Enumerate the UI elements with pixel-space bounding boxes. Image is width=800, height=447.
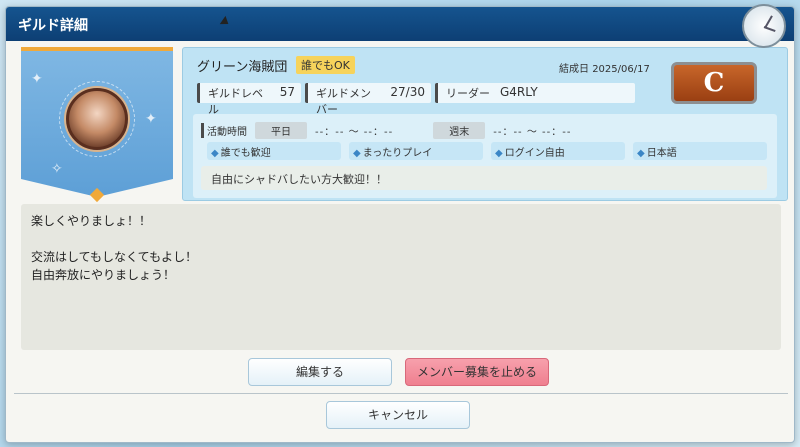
- tag-icon: ◆: [353, 148, 361, 159]
- join-policy-badge: 誰でもOK: [296, 56, 355, 74]
- guild-avatar: [66, 88, 128, 150]
- divider: [14, 393, 788, 394]
- guild-tag: ◆ ログイン自由: [491, 142, 625, 160]
- guild-tag-label: ログイン自由: [504, 148, 565, 159]
- guild-level-value: 57: [279, 85, 295, 99]
- clock-hand: [763, 26, 776, 33]
- clock-icon: [742, 4, 786, 48]
- guild-level-label: ギルドレベル: [208, 87, 263, 116]
- guild-leader-label: リーダー: [446, 87, 490, 100]
- guild-stats: ギルドレベル 57 ギルドメンバー 27/30 リーダー G4RLY: [197, 83, 635, 116]
- guild-emblem: ✦ ✦ ✧: [21, 47, 173, 197]
- weekday-chip: 平日: [255, 122, 307, 139]
- guild-tag: ◆ まったりプレイ: [349, 142, 483, 160]
- message-line: 自由奔放にやりましょう！: [31, 268, 176, 282]
- stop-recruit-button[interactable]: メンバー募集を止める: [405, 358, 549, 386]
- tag-icon: ◆: [495, 148, 503, 159]
- activity-time-label: 活動時間: [201, 123, 247, 138]
- message-line: 楽しくやりましょ！！: [31, 214, 152, 228]
- guild-info-panel: グリーン海賊団 誰でもOK 結成日 2025/06/17 ギルドレベル 57 ギ…: [182, 47, 788, 201]
- guild-rank-badge: C: [671, 62, 757, 104]
- sparkle-icon: ✧: [51, 161, 63, 177]
- guild-detail-dialog: ギルド詳細 ✦ ✦ ✧ グリーン海賊団 誰でもOK 結成日 2025/06/17…: [5, 6, 795, 443]
- edit-button[interactable]: 編集する: [248, 358, 392, 386]
- guild-tag: ◆ 日本語: [633, 142, 767, 160]
- guild-tag-label: 誰でも歓迎: [220, 148, 271, 159]
- activity-panel: 活動時間 平日 --：-- 〜 --：-- 週末 --：-- 〜 --：-- ◆…: [193, 114, 777, 198]
- message-line: 交流はしてもしなくてもよし！: [31, 250, 198, 264]
- guild-members-label: ギルドメンバー: [316, 87, 371, 116]
- founded-label: 結成日: [559, 64, 589, 75]
- message-line: [31, 230, 771, 248]
- weekend-chip: 週末: [433, 122, 486, 139]
- cancel-button[interactable]: キャンセル: [326, 401, 470, 429]
- dialog-titlebar: ギルド詳細: [6, 7, 794, 41]
- guild-tags: ◆ 誰でも歓迎 ◆ まったりプレイ ◆ ログイン自由 ◆ 日本語: [207, 142, 767, 160]
- guild-tag: ◆ 誰でも歓迎: [207, 142, 341, 160]
- sparkle-icon: ✦: [31, 71, 43, 87]
- sparkle-icon: ✦: [145, 111, 157, 127]
- activity-time-row: 活動時間 平日 --：-- 〜 --：-- 週末 --：-- 〜 --：--: [201, 122, 611, 139]
- guild-name: グリーン海賊団: [197, 60, 288, 75]
- guild-tag-label: 日本語: [646, 148, 677, 159]
- tag-icon: ◆: [211, 148, 219, 159]
- founded-value: 2025/06/17: [592, 64, 650, 75]
- guild-leader: リーダー G4RLY: [435, 83, 635, 103]
- tag-icon: ◆: [637, 148, 645, 159]
- weekday-time: --：-- 〜 --：--: [315, 127, 394, 138]
- guild-message: 楽しくやりましょ！！ 交流はしてもしなくてもよし！ 自由奔放にやりましょう！: [21, 204, 781, 350]
- guild-level: ギルドレベル 57: [197, 83, 301, 116]
- guild-leader-value: G4RLY: [500, 85, 538, 99]
- guild-members-value: 27/30: [390, 85, 425, 99]
- weekend-time: --：-- 〜 --：--: [493, 127, 572, 138]
- dialog-title: ギルド詳細: [18, 18, 88, 34]
- guild-tag-label: まったりプレイ: [362, 148, 433, 159]
- guild-motto: 自由にシャドバしたい方大歓迎！！: [201, 166, 767, 190]
- guild-members: ギルドメンバー 27/30: [305, 83, 431, 116]
- founded-date: 結成日 2025/06/17: [559, 60, 650, 75]
